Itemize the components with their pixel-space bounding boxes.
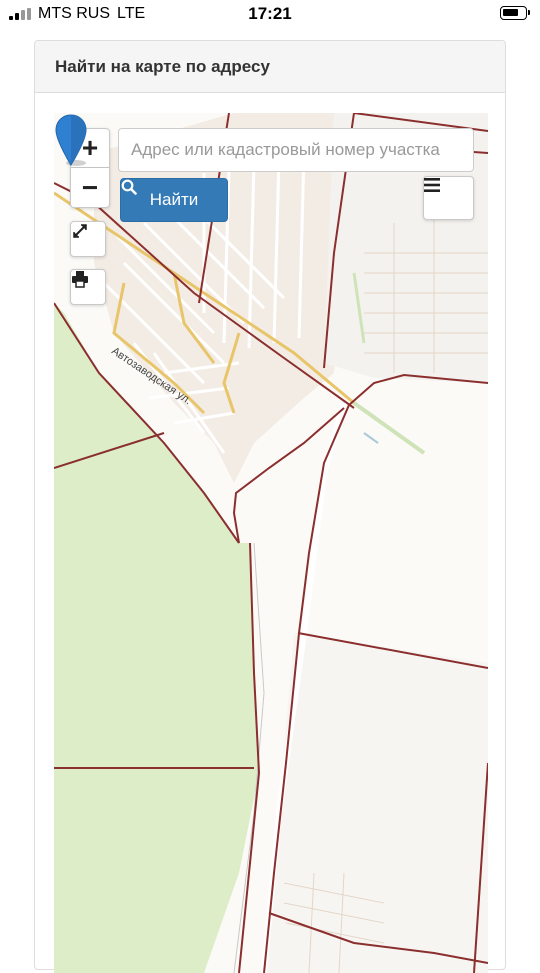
- address-search-input[interactable]: [118, 128, 474, 172]
- fullscreen-button[interactable]: [70, 221, 106, 257]
- panel-heading: Найти на карте по адресу: [35, 41, 505, 93]
- fullscreen-icon: [73, 224, 87, 238]
- map-view[interactable]: + − Найти: [54, 113, 488, 973]
- battery-icon: [500, 6, 530, 20]
- address-search-panel: Найти на карте по адресу + − Адрес или к…: [34, 40, 506, 973]
- print-button[interactable]: [70, 269, 106, 305]
- search-icon: [121, 179, 137, 195]
- menu-icon: [424, 178, 440, 192]
- print-icon: [72, 271, 88, 288]
- find-button[interactable]: Найти: [120, 178, 228, 222]
- panel-title: Найти на карте по адресу: [55, 57, 270, 76]
- find-button-label: Найти: [149, 190, 199, 209]
- menu-button[interactable]: [423, 176, 474, 220]
- map-pin-icon[interactable]: [54, 113, 88, 169]
- clock: 17:21: [248, 4, 292, 23]
- status-bar: MTS RUS LTE 17:21: [0, 0, 540, 28]
- zoom-out-button[interactable]: −: [70, 168, 110, 208]
- map-canvas[interactable]: [54, 113, 488, 973]
